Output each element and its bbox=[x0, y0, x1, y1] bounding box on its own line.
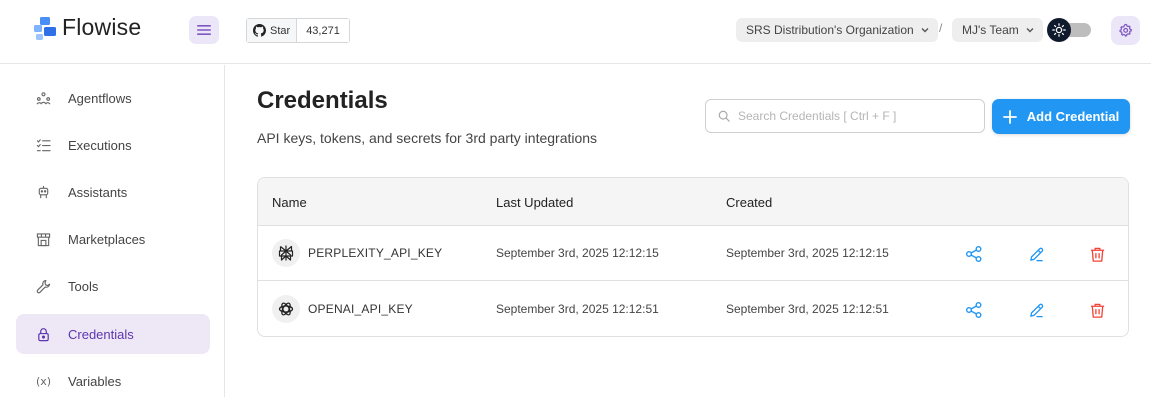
openai-icon bbox=[272, 295, 300, 323]
pencil-icon bbox=[1029, 303, 1043, 317]
delete-button[interactable] bbox=[1086, 299, 1108, 321]
credential-name: PERPLEXITY_API_KEY bbox=[308, 246, 443, 260]
column-header-name: Name bbox=[272, 195, 307, 210]
breadcrumb-separator: / bbox=[939, 21, 943, 35]
app-name: Flowise bbox=[62, 14, 142, 40]
edit-button[interactable] bbox=[1025, 243, 1047, 265]
sidebar: Agentflows Executions Assistants Marketp… bbox=[0, 65, 225, 397]
gear-icon bbox=[1119, 23, 1132, 37]
organization-selector[interactable]: SRS Distribution's Organization bbox=[736, 18, 938, 42]
credentials-table: Name Last Updated Created PERPLEXITY_API… bbox=[257, 177, 1129, 337]
sidebar-item-label: Credentials bbox=[68, 326, 134, 342]
dark-mode-toggle[interactable] bbox=[1047, 18, 1091, 42]
delete-button[interactable] bbox=[1086, 243, 1108, 265]
sidebar-item-variables[interactable]: (x) Variables bbox=[16, 361, 210, 397]
sidebar-item-label: Tools bbox=[68, 278, 99, 294]
github-star-label: Star bbox=[270, 24, 291, 37]
lock-icon bbox=[36, 327, 51, 342]
sidebar-item-agentflows[interactable]: Agentflows bbox=[16, 78, 210, 118]
organization-name: SRS Distribution's Organization bbox=[746, 23, 914, 37]
column-header-created: Created bbox=[726, 195, 773, 210]
created-cell: September 3rd, 2025 12:12:15 bbox=[726, 246, 889, 260]
trash-icon bbox=[1090, 303, 1104, 318]
table-row: OPENAI_API_KEY September 3rd, 2025 12:12… bbox=[258, 282, 1128, 336]
credential-name: OPENAI_API_KEY bbox=[308, 302, 413, 316]
flowise-logo-icon bbox=[34, 16, 56, 40]
page-title: Credentials bbox=[257, 87, 388, 114]
sidebar-item-label: Agentflows bbox=[68, 90, 132, 106]
team-name: MJ's Team bbox=[962, 23, 1019, 37]
table-row: PERPLEXITY_API_KEY September 3rd, 2025 1… bbox=[258, 226, 1128, 281]
last-updated-cell: September 3rd, 2025 12:12:15 bbox=[496, 246, 659, 260]
sidebar-item-label: Executions bbox=[68, 137, 132, 153]
robot-icon bbox=[36, 185, 51, 200]
add-credential-label: Add Credential bbox=[1026, 109, 1120, 124]
toggle-knob bbox=[1047, 18, 1071, 42]
top-header: Flowise Star 43,271 SRS Distribution's O… bbox=[0, 0, 1151, 64]
sidebar-item-label: Marketplaces bbox=[68, 231, 146, 247]
share-icon bbox=[966, 246, 982, 262]
share-button[interactable] bbox=[963, 243, 985, 265]
sidebar-item-executions[interactable]: Executions bbox=[16, 125, 210, 165]
pencil-icon bbox=[1029, 247, 1043, 261]
variable-icon: (x) bbox=[35, 374, 52, 388]
chevron-down-icon bbox=[1026, 28, 1034, 33]
sun-icon bbox=[1052, 23, 1066, 37]
search-box[interactable] bbox=[705, 99, 985, 133]
github-star-widget[interactable]: Star 43,271 bbox=[246, 18, 350, 43]
executions-icon bbox=[36, 138, 51, 153]
credential-name-cell: OPENAI_API_KEY bbox=[272, 295, 413, 323]
plus-icon bbox=[1002, 109, 1017, 124]
team-selector[interactable]: MJ's Team bbox=[952, 18, 1043, 42]
chevron-down-icon bbox=[921, 28, 929, 33]
share-icon bbox=[966, 302, 982, 318]
trash-icon bbox=[1090, 247, 1104, 262]
sidebar-item-tools[interactable]: Tools bbox=[16, 266, 210, 306]
sidebar-item-label: Variables bbox=[68, 373, 122, 389]
menu-toggle-button[interactable] bbox=[189, 16, 219, 44]
sidebar-item-label: Assistants bbox=[68, 184, 128, 200]
tool-icon bbox=[36, 279, 51, 294]
github-star-button[interactable]: Star bbox=[247, 19, 298, 42]
share-button[interactable] bbox=[963, 299, 985, 321]
add-credential-button[interactable]: Add Credential bbox=[992, 99, 1130, 134]
sidebar-item-assistants[interactable]: Assistants bbox=[16, 172, 210, 212]
hamburger-icon bbox=[197, 25, 211, 35]
search-icon bbox=[718, 110, 730, 122]
page-subtitle: API keys, tokens, and secrets for 3rd pa… bbox=[257, 130, 598, 146]
store-icon bbox=[36, 232, 51, 247]
github-star-count[interactable]: 43,271 bbox=[297, 19, 349, 42]
search-input[interactable] bbox=[738, 109, 968, 123]
github-icon bbox=[253, 24, 266, 37]
settings-button[interactable] bbox=[1111, 16, 1140, 45]
table-header: Name Last Updated Created bbox=[258, 178, 1128, 226]
sidebar-item-credentials[interactable]: Credentials bbox=[16, 314, 210, 354]
sidebar-item-marketplaces[interactable]: Marketplaces bbox=[16, 219, 210, 259]
column-header-last-updated: Last Updated bbox=[496, 195, 574, 210]
created-cell: September 3rd, 2025 12:12:51 bbox=[726, 302, 889, 316]
agentflows-icon bbox=[36, 91, 51, 106]
credential-name-cell: PERPLEXITY_API_KEY bbox=[272, 239, 442, 267]
edit-button[interactable] bbox=[1025, 299, 1047, 321]
perplexity-icon bbox=[272, 239, 300, 267]
last-updated-cell: September 3rd, 2025 12:12:51 bbox=[496, 302, 659, 316]
app-logo[interactable]: Flowise bbox=[32, 14, 141, 41]
